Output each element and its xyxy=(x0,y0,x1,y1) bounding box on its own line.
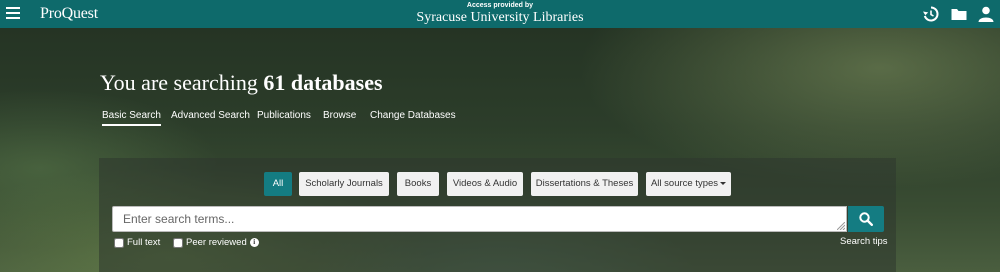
full-text-checkbox-input[interactable] xyxy=(114,237,124,248)
tab-browse[interactable]: Browse xyxy=(323,110,356,121)
search-button[interactable] xyxy=(848,206,884,232)
user-icon[interactable] xyxy=(977,5,995,23)
search-input[interactable] xyxy=(112,206,847,232)
source-type-filters: All Scholarly Journals Books Videos & Au… xyxy=(0,172,1000,196)
full-text-label: Full text xyxy=(127,237,161,248)
filter-videos-audio-button[interactable]: Videos & Audio xyxy=(447,172,523,196)
info-icon[interactable]: i xyxy=(249,238,259,247)
filter-dissertations-theses-button[interactable]: Dissertations & Theses xyxy=(531,172,638,196)
search-icon xyxy=(859,212,873,226)
library-name: Syracuse University Libraries xyxy=(416,10,584,25)
resize-grip-icon[interactable] xyxy=(837,222,845,230)
tab-publications[interactable]: Publications xyxy=(257,110,311,121)
tab-basic-search[interactable]: Basic Search xyxy=(102,110,161,126)
page-title: You are searching 61 databases xyxy=(100,70,383,96)
peer-reviewed-checkbox-input[interactable] xyxy=(173,237,183,248)
folder-icon[interactable] xyxy=(950,5,968,23)
full-text-checkbox[interactable]: Full text xyxy=(114,237,160,248)
filter-all-button[interactable]: All xyxy=(264,172,292,196)
tab-change-databases[interactable]: Change Databases xyxy=(370,110,456,121)
all-source-types-dropdown[interactable]: All source types xyxy=(646,172,731,196)
title-prefix: You are searching xyxy=(100,70,258,95)
peer-reviewed-label: Peer reviewed xyxy=(186,237,247,248)
top-bar: ProQuest Access provided by Syracuse Uni… xyxy=(0,0,1000,28)
history-icon[interactable] xyxy=(922,5,940,23)
caret-down-icon xyxy=(720,181,727,185)
tab-advanced-search[interactable]: Advanced Search xyxy=(171,110,250,121)
database-count: 61 databases xyxy=(263,70,383,95)
filter-books-button[interactable]: Books xyxy=(397,172,439,196)
access-provider: Access provided by Syracuse University L… xyxy=(0,2,1000,26)
filter-scholarly-journals-button[interactable]: Scholarly Journals xyxy=(299,172,389,196)
peer-reviewed-checkbox[interactable]: Peer reviewed i xyxy=(173,237,259,248)
access-label: Access provided by xyxy=(466,2,534,9)
dropdown-label: All source types xyxy=(650,178,719,189)
search-tips-link[interactable]: Search tips xyxy=(840,236,888,247)
